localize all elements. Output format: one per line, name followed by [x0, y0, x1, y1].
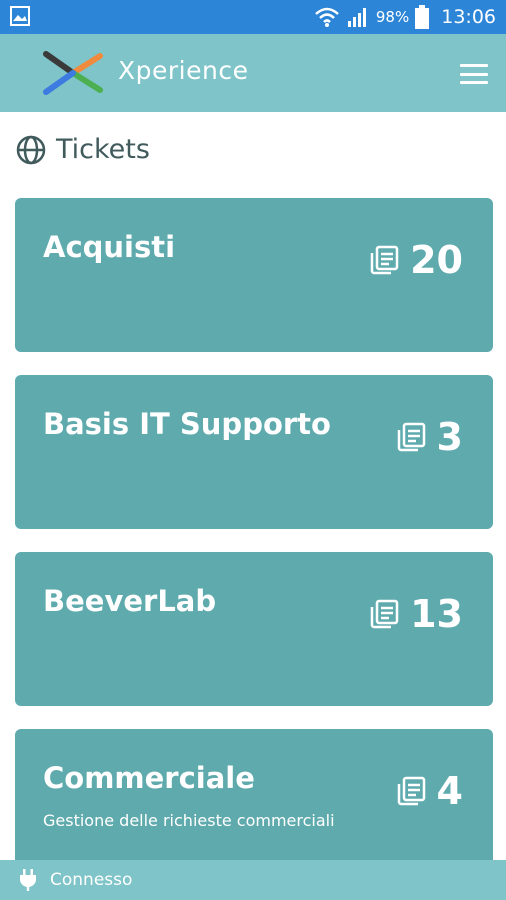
app-bar: Xperience — [0, 34, 506, 112]
count-value: 20 — [410, 238, 463, 282]
card-subtitle: Gestione delle richieste commerciali — [43, 811, 335, 830]
hamburger-menu-icon[interactable] — [460, 64, 488, 84]
card-title: Basis IT Supporto — [43, 407, 331, 441]
wifi-icon — [315, 7, 339, 27]
clock-time: 13:06 — [441, 6, 496, 28]
count-value: 4 — [436, 769, 463, 813]
ticket-count: 13 — [368, 592, 463, 636]
tickets-icon — [397, 422, 425, 452]
globe-icon — [16, 135, 46, 164]
app-title: Xperience — [118, 56, 249, 85]
status-bar: 98% 13:06 — [0, 0, 506, 34]
tickets-icon — [397, 776, 425, 806]
xperience-logo — [43, 51, 103, 95]
ticket-card-beeverlab[interactable]: BeeverLab 13 — [15, 552, 493, 706]
ticket-count: 20 — [368, 238, 463, 282]
ticket-count: 3 — [395, 415, 463, 459]
ticket-card-basis-it-supporto[interactable]: Basis IT Supporto 3 — [15, 375, 493, 529]
tickets-icon — [370, 245, 399, 275]
card-title: Acquisti — [43, 230, 176, 264]
image-icon — [10, 6, 30, 26]
count-value: 13 — [410, 592, 463, 636]
card-title: Commerciale — [43, 761, 255, 795]
connection-status-bar: Connesso — [0, 860, 506, 900]
section-header: Tickets — [16, 134, 150, 165]
signal-icon — [347, 8, 366, 27]
plug-icon — [20, 869, 36, 891]
battery-percent: 98% — [375, 8, 410, 26]
connection-status-text: Connesso — [50, 870, 133, 890]
page-title: Tickets — [56, 134, 150, 165]
battery-icon — [415, 5, 430, 29]
ticket-count: 4 — [395, 769, 463, 813]
tickets-icon — [370, 599, 399, 629]
count-value: 3 — [436, 415, 463, 459]
ticket-card-acquisti[interactable]: Acquisti 20 — [15, 198, 493, 352]
card-title: BeeverLab — [43, 584, 217, 618]
